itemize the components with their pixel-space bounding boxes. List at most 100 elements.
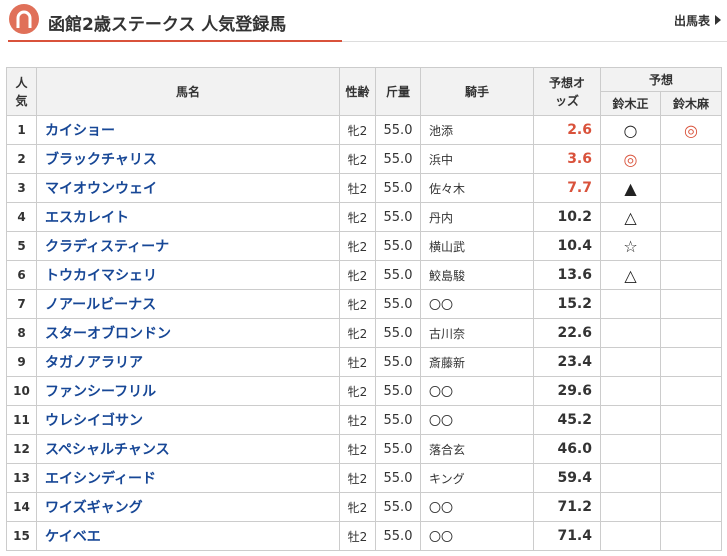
rank-cell: 15	[6, 521, 37, 551]
horse-name-link[interactable]: エスカレイト	[36, 202, 340, 232]
horse-name-link[interactable]: クラディスティーナ	[36, 231, 340, 261]
prediction-mark-2	[659, 492, 723, 522]
rank-cell: 14	[6, 492, 37, 522]
sexage-cell: 牡2	[339, 405, 376, 435]
sexage-cell: 牝2	[339, 376, 376, 406]
prediction-mark-2	[659, 144, 723, 174]
horse-name-link[interactable]: タガノアラリア	[36, 347, 340, 377]
col-header-predictor-2: 鈴木麻	[659, 91, 723, 116]
odds-cell: 71.2	[533, 492, 601, 522]
prediction-mark-2	[659, 376, 723, 406]
horse-name-link[interactable]: ファンシーフリル	[36, 376, 340, 406]
rank-cell: 9	[6, 347, 37, 377]
jockey-cell: 鮫島駿	[420, 260, 534, 290]
sexage-cell: 牡2	[339, 347, 376, 377]
prediction-mark-2	[659, 434, 723, 464]
prediction-mark-1: △	[600, 202, 661, 232]
weight-cell: 55.0	[375, 347, 421, 377]
rank-cell: 12	[6, 434, 37, 464]
jockey-cell: 〇〇	[420, 521, 534, 551]
horse-name-link[interactable]: スペシャルチャンス	[36, 434, 340, 464]
shutuba-link[interactable]: 出馬表	[674, 12, 721, 29]
horse-name-link[interactable]: ウレシイゴサン	[36, 405, 340, 435]
shutuba-link-label: 出馬表	[673, 14, 710, 28]
col-header-odds: 予想オッズ	[533, 67, 601, 116]
col-header-sexage: 性齢	[339, 67, 376, 116]
sexage-cell: 牝2	[339, 318, 376, 348]
horse-name-link[interactable]: カイショー	[36, 115, 340, 145]
prediction-mark-1	[600, 289, 661, 319]
jockey-cell: 古川奈	[420, 318, 534, 348]
odds-cell: 71.4	[533, 521, 601, 551]
sexage-cell: 牝2	[339, 289, 376, 319]
weight-cell: 55.0	[375, 318, 421, 348]
horse-name-link[interactable]: ケイベエ	[36, 521, 340, 551]
table-row: 10 ファンシーフリル 牝2 55.0 〇〇 29.6	[6, 376, 723, 406]
table-row: 14 ワイズギャング 牝2 55.0 〇〇 71.2	[6, 492, 723, 522]
weight-cell: 55.0	[375, 173, 421, 203]
odds-cell: 59.4	[533, 463, 601, 493]
horse-name-link[interactable]: スターオブロンドン	[36, 318, 340, 348]
horse-name-link[interactable]: マイオウンウェイ	[36, 173, 340, 203]
odds-cell: 45.2	[533, 405, 601, 435]
odds-cell: 22.6	[533, 318, 601, 348]
col-header-jockey: 騎手	[420, 67, 534, 116]
prediction-mark-2	[659, 231, 723, 261]
rank-cell: 1	[6, 115, 37, 145]
prediction-mark-1	[600, 434, 661, 464]
weight-cell: 55.0	[375, 492, 421, 522]
table-row: 3 マイオウンウェイ 牡2 55.0 佐々木 7.7 ▲	[6, 173, 723, 203]
table-row: 2 ブラックチャリス 牝2 55.0 浜中 3.6 ◎	[6, 144, 723, 174]
odds-cell: 46.0	[533, 434, 601, 464]
prediction-mark-1: ▲	[600, 173, 661, 203]
rank-cell: 7	[6, 289, 37, 319]
table-row: 15 ケイベエ 牡2 55.0 〇〇 71.4	[6, 521, 723, 551]
table-row: 12 スペシャルチャンス 牡2 55.0 落合玄 46.0	[6, 434, 723, 464]
col-header-predictor-1: 鈴木正	[600, 91, 661, 116]
odds-cell: 23.4	[533, 347, 601, 377]
rank-cell: 5	[6, 231, 37, 261]
table-row: 13 エイシンディード 牡2 55.0 キング 59.4	[6, 463, 723, 493]
header-divider	[342, 41, 727, 42]
sexage-cell: 牝2	[339, 260, 376, 290]
prediction-mark-2: ◎	[659, 115, 723, 145]
rank-cell: 11	[6, 405, 37, 435]
sexage-cell: 牡2	[339, 173, 376, 203]
odds-cell: 10.4	[533, 231, 601, 261]
prediction-mark-2	[659, 289, 723, 319]
horse-name-link[interactable]: トウカイマシェリ	[36, 260, 340, 290]
col-header-prediction: 予想	[599, 67, 723, 92]
odds-cell: 15.2	[533, 289, 601, 319]
table-row: 7 ノアールビーナス 牝2 55.0 〇〇 15.2	[6, 289, 723, 319]
prediction-mark-1	[600, 318, 661, 348]
rank-cell: 8	[6, 318, 37, 348]
prediction-mark-1: ☆	[600, 231, 661, 261]
table-row: 1 カイショー 牝2 55.0 池添 2.6 ○ ◎	[6, 115, 723, 145]
prediction-mark-2	[659, 202, 723, 232]
horse-name-link[interactable]: ノアールビーナス	[36, 289, 340, 319]
rank-cell: 4	[6, 202, 37, 232]
jockey-cell: 横山武	[420, 231, 534, 261]
horseshoe-icon	[9, 4, 39, 34]
prediction-mark-2	[659, 521, 723, 551]
title-underline	[8, 40, 342, 42]
horse-name-link[interactable]: エイシンディード	[36, 463, 340, 493]
weight-cell: 55.0	[375, 144, 421, 174]
jockey-cell: 斎藤新	[420, 347, 534, 377]
weight-cell: 55.0	[375, 405, 421, 435]
col-header-weight: 斤量	[375, 67, 421, 116]
prediction-mark-2	[659, 463, 723, 493]
jockey-cell: 〇〇	[420, 492, 534, 522]
rank-cell: 2	[6, 144, 37, 174]
jockey-cell: 丹内	[420, 202, 534, 232]
col-header-rank: 人気	[6, 67, 37, 116]
jockey-cell: キング	[420, 463, 534, 493]
table-row: 6 トウカイマシェリ 牝2 55.0 鮫島駿 13.6 △	[6, 260, 723, 290]
horse-name-link[interactable]: ブラックチャリス	[36, 144, 340, 174]
horse-name-link[interactable]: ワイズギャング	[36, 492, 340, 522]
weight-cell: 55.0	[375, 231, 421, 261]
prediction-mark-1	[600, 492, 661, 522]
rank-cell: 3	[6, 173, 37, 203]
page-title: 函館2歳ステークス 人気登録馬	[48, 15, 287, 35]
weight-cell: 55.0	[375, 115, 421, 145]
